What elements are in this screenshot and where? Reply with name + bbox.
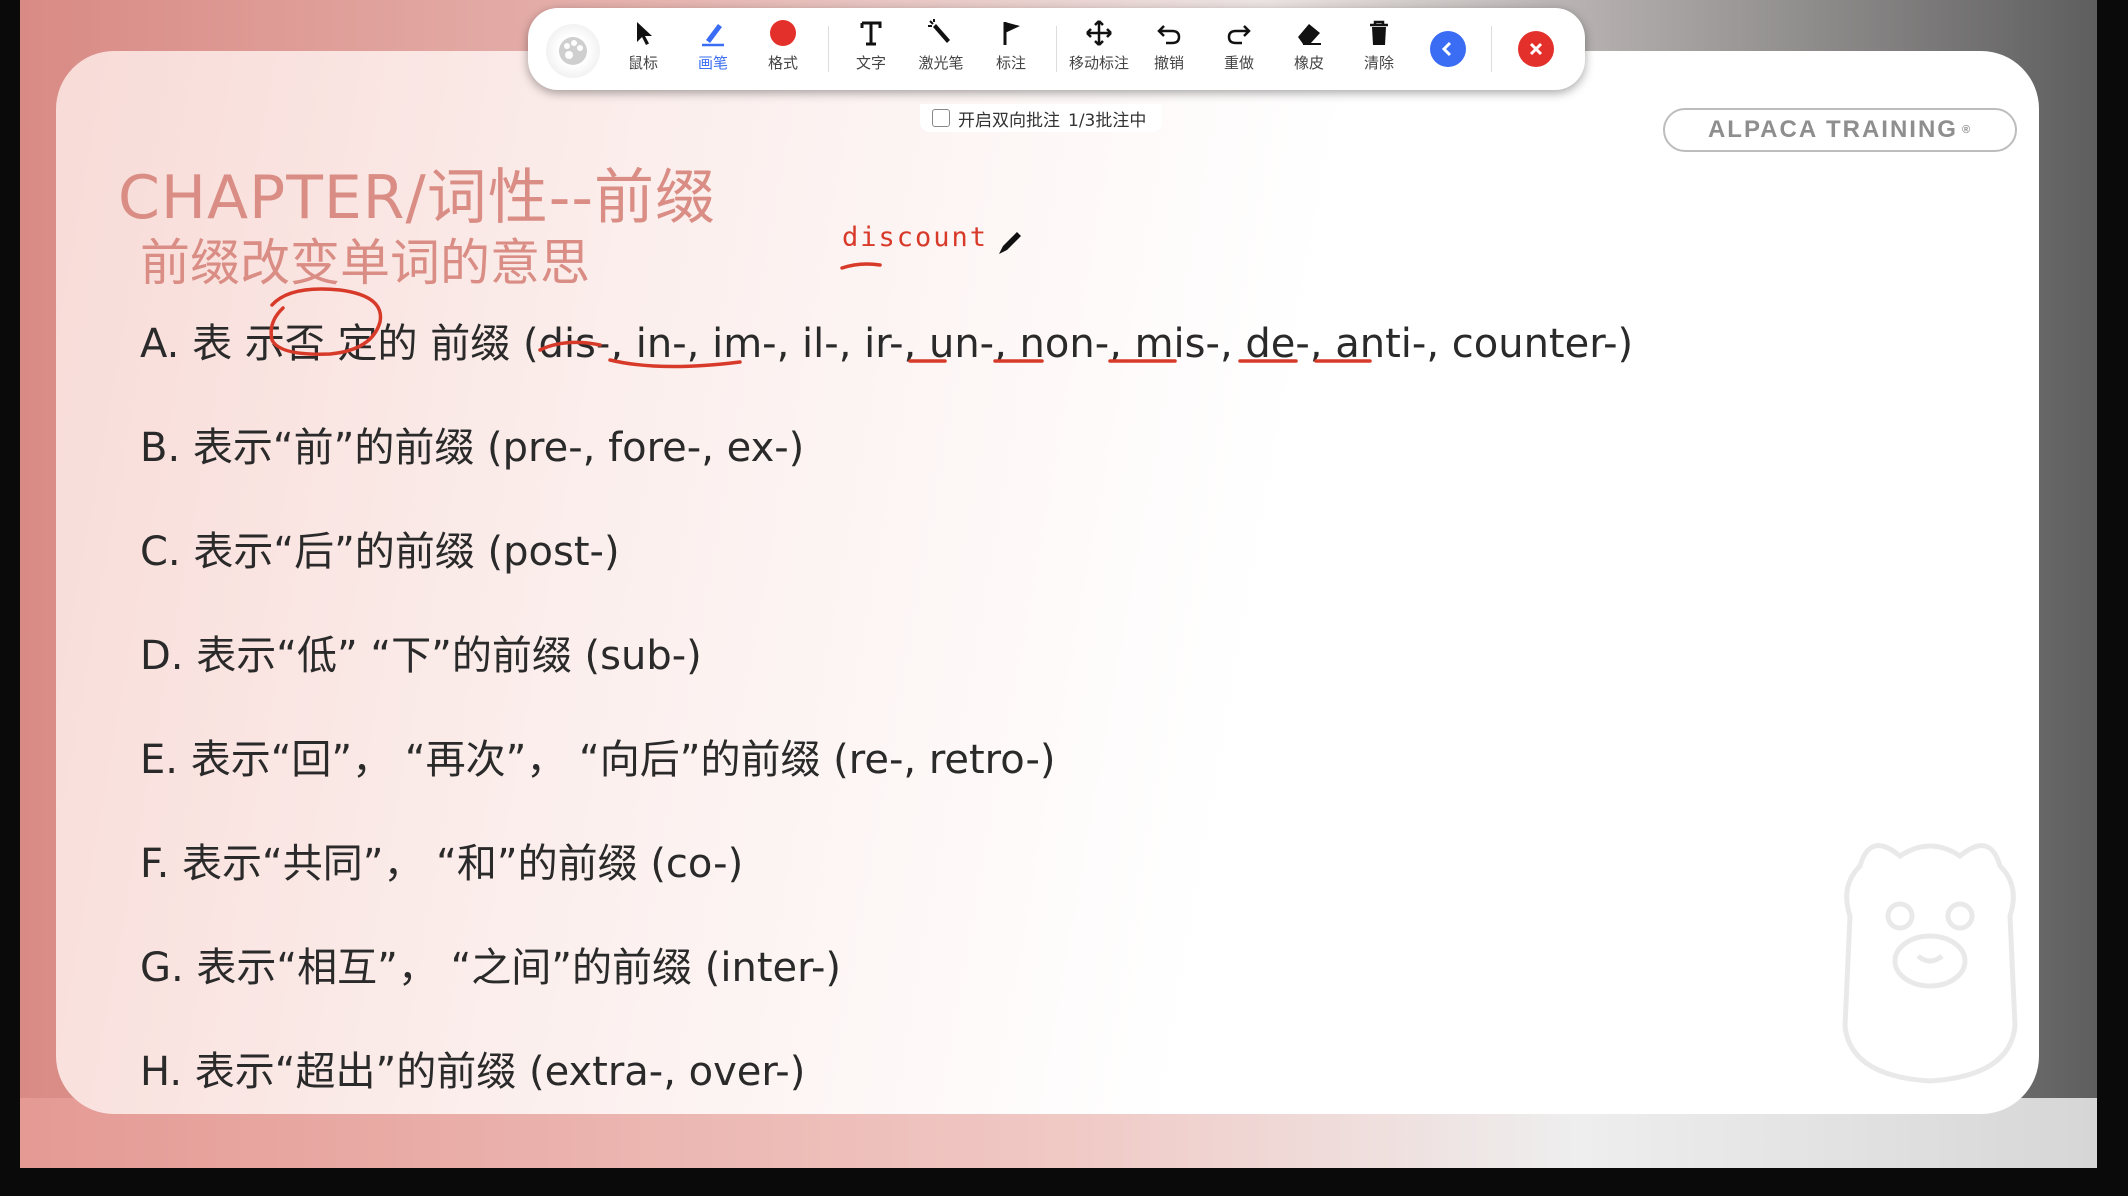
tool-mark-label: 标注 — [995, 54, 1026, 72]
palette-button[interactable] — [546, 24, 600, 78]
tool-format[interactable]: 格式 — [746, 18, 820, 84]
two-way-annotation-checkbox[interactable] — [932, 109, 950, 127]
tool-undo[interactable]: 撤销 — [1132, 18, 1206, 84]
prefix-item-f: F. 表示“共同”， “和”的前缀 (co-) — [140, 841, 744, 887]
annotation-toolbar: 鼠标 画笔 格式 文字 激光笔 标注 移动标注 撤销 重做 橡皮 清除 — [528, 8, 1585, 90]
toolbar-separator — [1491, 26, 1492, 72]
color-dot-icon — [770, 20, 796, 46]
tool-mark[interactable]: 标注 — [974, 18, 1048, 84]
tool-undo-label: 撤销 — [1153, 54, 1184, 72]
palette-icon — [559, 37, 587, 65]
tool-redo[interactable]: 重做 — [1202, 18, 1276, 84]
prefix-item-e: E. 表示“回”， “再次”， “向后”的前缀 (re-, retro-) — [140, 737, 1056, 783]
move-icon — [1086, 20, 1112, 46]
collapse-toolbar-button[interactable] — [1430, 31, 1466, 67]
tool-move-mark[interactable]: 移动标注 — [1062, 18, 1136, 84]
tool-format-label: 格式 — [767, 54, 798, 72]
prefix-item-d: D. 表示“低” “下”的前缀 (sub-) — [140, 633, 702, 679]
slide-subtitle: 前缀改变单词的意思 — [140, 234, 590, 292]
pen-cursor-icon — [999, 232, 1021, 254]
toolbar-separator — [828, 26, 829, 72]
tool-brush-label: 画笔 — [697, 54, 728, 72]
tool-mouse[interactable]: 鼠标 — [606, 18, 680, 84]
tool-move-mark-label: 移动标注 — [1068, 54, 1129, 72]
slide: CHAPTER/词性--前缀 ALPACA TRAINING ® 前缀改变单词的意… — [56, 51, 2039, 1114]
brand-badge: ALPACA TRAINING ® — [1663, 108, 2017, 152]
laser-pen-icon — [928, 19, 950, 43]
tool-text[interactable]: 文字 — [834, 18, 908, 84]
close-icon — [1529, 42, 1543, 56]
close-toolbar-button[interactable] — [1518, 31, 1554, 67]
chevron-left-icon — [1441, 41, 1452, 57]
prefix-item-a: A. 表 示否 定的 前缀 (dis-, in-, im-, il-, ir-,… — [140, 321, 1634, 367]
tool-mouse-label: 鼠标 — [627, 54, 658, 72]
prefix-item-h: H. 表示“超出”的前缀 (extra-, over-) — [140, 1049, 806, 1095]
flag-icon — [1003, 22, 1020, 45]
video-frame: CHAPTER/词性--前缀 ALPACA TRAINING ® 前缀改变单词的意… — [20, 0, 2097, 1168]
tool-clear[interactable]: 清除 — [1342, 18, 1416, 84]
annotation-status: 1/3批注中 — [1068, 110, 1147, 131]
redo-icon — [1227, 25, 1251, 45]
annotation-status-bar: 开启双向批注 1/3批注中 — [920, 104, 1163, 132]
pointer-icon — [637, 22, 652, 45]
toolbar-separator — [1056, 26, 1057, 72]
tool-eraser[interactable]: 橡皮 — [1272, 18, 1346, 84]
tool-redo-label: 重做 — [1223, 54, 1254, 72]
handwritten-discount: discount — [842, 222, 989, 253]
tool-brush[interactable]: 画笔 — [676, 18, 750, 84]
tool-laser[interactable]: 激光笔 — [904, 18, 978, 84]
tool-clear-label: 清除 — [1363, 54, 1394, 72]
prefix-item-g: G. 表示“相互”， “之间”的前缀 (inter-) — [140, 945, 842, 991]
brand-mark: ® — [1961, 124, 1973, 136]
text-icon — [860, 21, 882, 46]
brush-icon — [702, 24, 724, 47]
prefix-item-b: B. 表示“前”的前缀 (pre-, fore-, ex-) — [140, 425, 805, 471]
brand-name: ALPACA TRAINING — [1707, 116, 1958, 143]
tool-eraser-label: 橡皮 — [1293, 54, 1324, 72]
eraser-icon — [1298, 24, 1321, 45]
alpaca-watermark-icon — [1842, 843, 2018, 1084]
undo-icon — [1157, 25, 1181, 45]
prefix-item-c: C. 表示“后”的前缀 (post-) — [140, 529, 620, 575]
two-way-annotation-label: 开启双向批注 — [958, 110, 1060, 131]
tool-laser-label: 激光笔 — [918, 54, 964, 72]
trash-icon — [1370, 20, 1388, 45]
tool-text-label: 文字 — [855, 54, 886, 72]
